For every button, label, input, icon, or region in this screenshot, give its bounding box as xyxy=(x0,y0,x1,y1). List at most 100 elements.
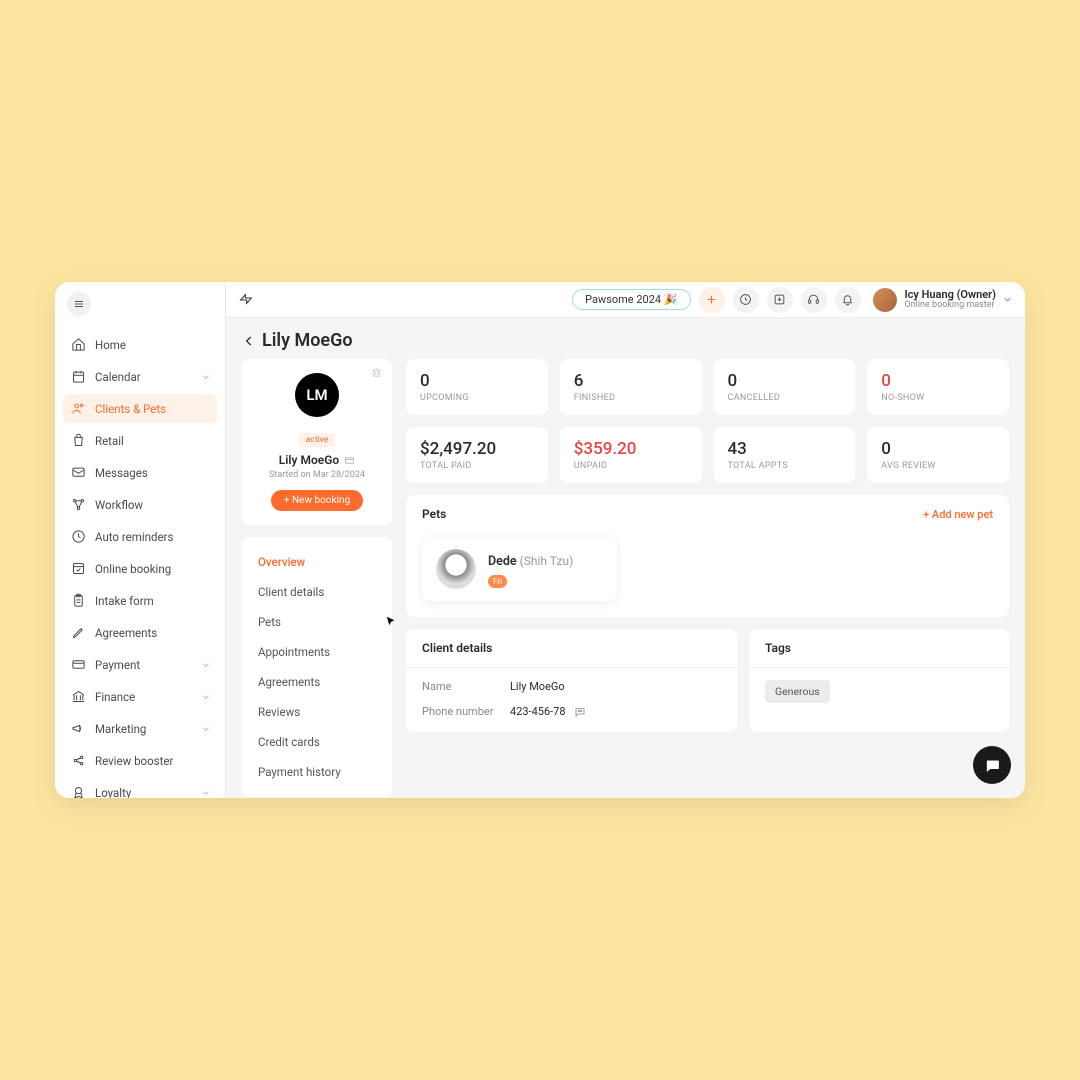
stat-label: AVG REVIEW xyxy=(881,461,995,471)
stat-label: FINISHED xyxy=(574,393,688,403)
clock-icon xyxy=(71,529,86,544)
tab-payment-history[interactable]: Payment history xyxy=(242,757,392,787)
pet-image xyxy=(436,549,476,589)
sidebar-item-label: Marketing xyxy=(95,722,146,736)
stats-row-2: $2,497.20TOTAL PAID $359.20 UNPAID 43TOTAL … xyxy=(406,427,1009,483)
sidebar-item-online-booking[interactable]: Online booking xyxy=(63,554,217,583)
sidebar-item-home[interactable]: Home xyxy=(63,330,217,359)
menu-toggle-button[interactable] xyxy=(67,292,91,316)
pen-icon xyxy=(71,625,86,640)
sidebar-item-intake-form[interactable]: Intake form xyxy=(63,586,217,615)
sidebar-item-label: Workflow xyxy=(95,498,143,512)
back-button[interactable] xyxy=(242,334,256,348)
detail-value: Lily MoeGo xyxy=(510,680,565,693)
sidebar-item-auto-reminders[interactable]: Auto reminders xyxy=(63,522,217,551)
stat-value: 0 xyxy=(420,371,534,391)
page-title: Lily MoeGo xyxy=(262,330,353,351)
pet-badge: Fri xyxy=(488,575,507,588)
sidebar-item-messages[interactable]: Messages xyxy=(63,458,217,487)
sidebar-item-marketing[interactable]: Marketing xyxy=(63,714,217,743)
chevron-down-icon xyxy=(201,692,211,702)
chevron-down-icon xyxy=(201,788,211,798)
tags-heading: Tags xyxy=(765,641,791,655)
sidebar-item-finance[interactable]: Finance xyxy=(63,682,217,711)
booking-icon xyxy=(71,561,86,576)
messages-icon xyxy=(71,465,86,480)
history-button[interactable] xyxy=(733,287,759,313)
chevron-down-icon xyxy=(201,660,211,670)
tab-credit-cards[interactable]: Credit cards xyxy=(242,727,392,757)
sms-icon[interactable] xyxy=(574,706,586,718)
sidebar-item-label: Intake form xyxy=(95,594,154,608)
add-button[interactable] xyxy=(699,287,725,313)
notifications-button[interactable] xyxy=(835,287,861,313)
stat-no-show: 0NO-SHOW xyxy=(867,359,1009,415)
stat-value: $2,497.20 xyxy=(420,439,534,459)
sidebar-item-label: Home xyxy=(95,338,126,352)
add-pet-button[interactable]: + Add new pet xyxy=(923,508,993,521)
tab-client-details[interactable]: Client details xyxy=(242,577,392,607)
tab-reviews[interactable]: Reviews xyxy=(242,697,392,727)
stat-value: 0 xyxy=(881,371,995,391)
sidebar-item-review-booster[interactable]: Review booster xyxy=(63,746,217,775)
profile-card: LM active Lily MoeGo Started on Mar 28/2… xyxy=(242,359,392,525)
detail-label: Name xyxy=(422,680,510,693)
sidebar-item-calendar[interactable]: Calendar xyxy=(63,362,217,391)
archive-icon[interactable] xyxy=(371,367,382,378)
calendar-icon xyxy=(71,369,86,384)
stat-cancelled: 0 CANCELLED xyxy=(714,359,856,415)
stat-value: 6 xyxy=(574,371,688,391)
bell-icon xyxy=(841,293,854,306)
hamburger-icon xyxy=(73,298,85,310)
sidebar: Home Calendar Clients & Pets Retail Messages… xyxy=(55,282,226,798)
sidebar-item-label: Agreements xyxy=(95,626,157,640)
sidebar-item-label: Review booster xyxy=(95,754,173,768)
stat-value: 0 xyxy=(728,371,842,391)
tab-agreements[interactable]: Agreements xyxy=(242,667,392,697)
megaphone-icon xyxy=(71,721,86,736)
pet-card[interactable]: Dede(Shih Tzu) Fri xyxy=(422,537,617,601)
sidebar-item-payment[interactable]: Payment xyxy=(63,650,217,679)
download-button[interactable] xyxy=(767,287,793,313)
support-button[interactable] xyxy=(801,287,827,313)
tags-section: Tags Generous xyxy=(749,629,1009,732)
client-name: Lily MoeGo xyxy=(279,453,339,467)
topbar: Pawsome 2024 🎉 Icy Huang (Owner) Online … xyxy=(226,282,1025,318)
chat-fab[interactable] xyxy=(973,746,1011,784)
stat-total-appts: 43TOTAL APPTS xyxy=(714,427,856,483)
chevron-down-icon xyxy=(1002,294,1013,305)
client-avatar: LM xyxy=(295,373,339,417)
content: LM active Lily MoeGo Started on Mar 28/2… xyxy=(226,359,1025,798)
workflow-icon xyxy=(71,497,86,512)
status-badge: active xyxy=(299,433,336,447)
tab-overview[interactable]: Overview xyxy=(242,547,392,577)
sidebar-item-label: Auto reminders xyxy=(95,530,173,544)
sidebar-item-label: Calendar xyxy=(95,370,141,384)
stat-finished: 6 FINISHED xyxy=(560,359,702,415)
tab-appointments[interactable]: Appointments xyxy=(242,637,392,667)
sidebar-item-workflow[interactable]: Workflow xyxy=(63,490,217,519)
bank-icon xyxy=(71,689,86,704)
stat-value: $359.20 xyxy=(574,439,688,459)
stat-label: CANCELLED xyxy=(728,393,842,403)
left-column: LM active Lily MoeGo Started on Mar 28/2… xyxy=(242,359,392,782)
tag-chip[interactable]: Generous xyxy=(765,680,830,703)
sidebar-item-label: Messages xyxy=(95,466,148,480)
stat-total-paid: $2,497.20TOTAL PAID xyxy=(406,427,548,483)
pet-breed: (Shih Tzu) xyxy=(520,554,574,568)
sidebar-item-agreements[interactable]: Agreements xyxy=(63,618,217,647)
tab-pets[interactable]: Pets xyxy=(242,607,392,637)
sidebar-item-label: Payment xyxy=(95,658,140,672)
chevron-down-icon xyxy=(201,724,211,734)
stat-label: UNPAID xyxy=(574,461,688,471)
user-menu[interactable]: Icy Huang (Owner) Online booking master xyxy=(873,288,1013,312)
promo-pill[interactable]: Pawsome 2024 🎉 xyxy=(572,289,690,310)
details-tags-row: Client details NameLily MoeGoPhone numbe… xyxy=(406,629,1009,732)
sidebar-item-clients-pets[interactable]: Clients & Pets xyxy=(63,394,217,423)
user-avatar xyxy=(873,288,897,312)
sidebar-item-retail[interactable]: Retail xyxy=(63,426,217,455)
detail-tabs: OverviewClient detailsPetsAppointmentsAg… xyxy=(242,537,392,797)
sidebar-item-loyalty[interactable]: Loyalty xyxy=(63,778,217,798)
right-column: 0UPCOMING6FINISHED0CANCELLED0NO-SHOW $2,… xyxy=(406,359,1009,782)
new-booking-button[interactable]: + New booking xyxy=(271,490,363,511)
